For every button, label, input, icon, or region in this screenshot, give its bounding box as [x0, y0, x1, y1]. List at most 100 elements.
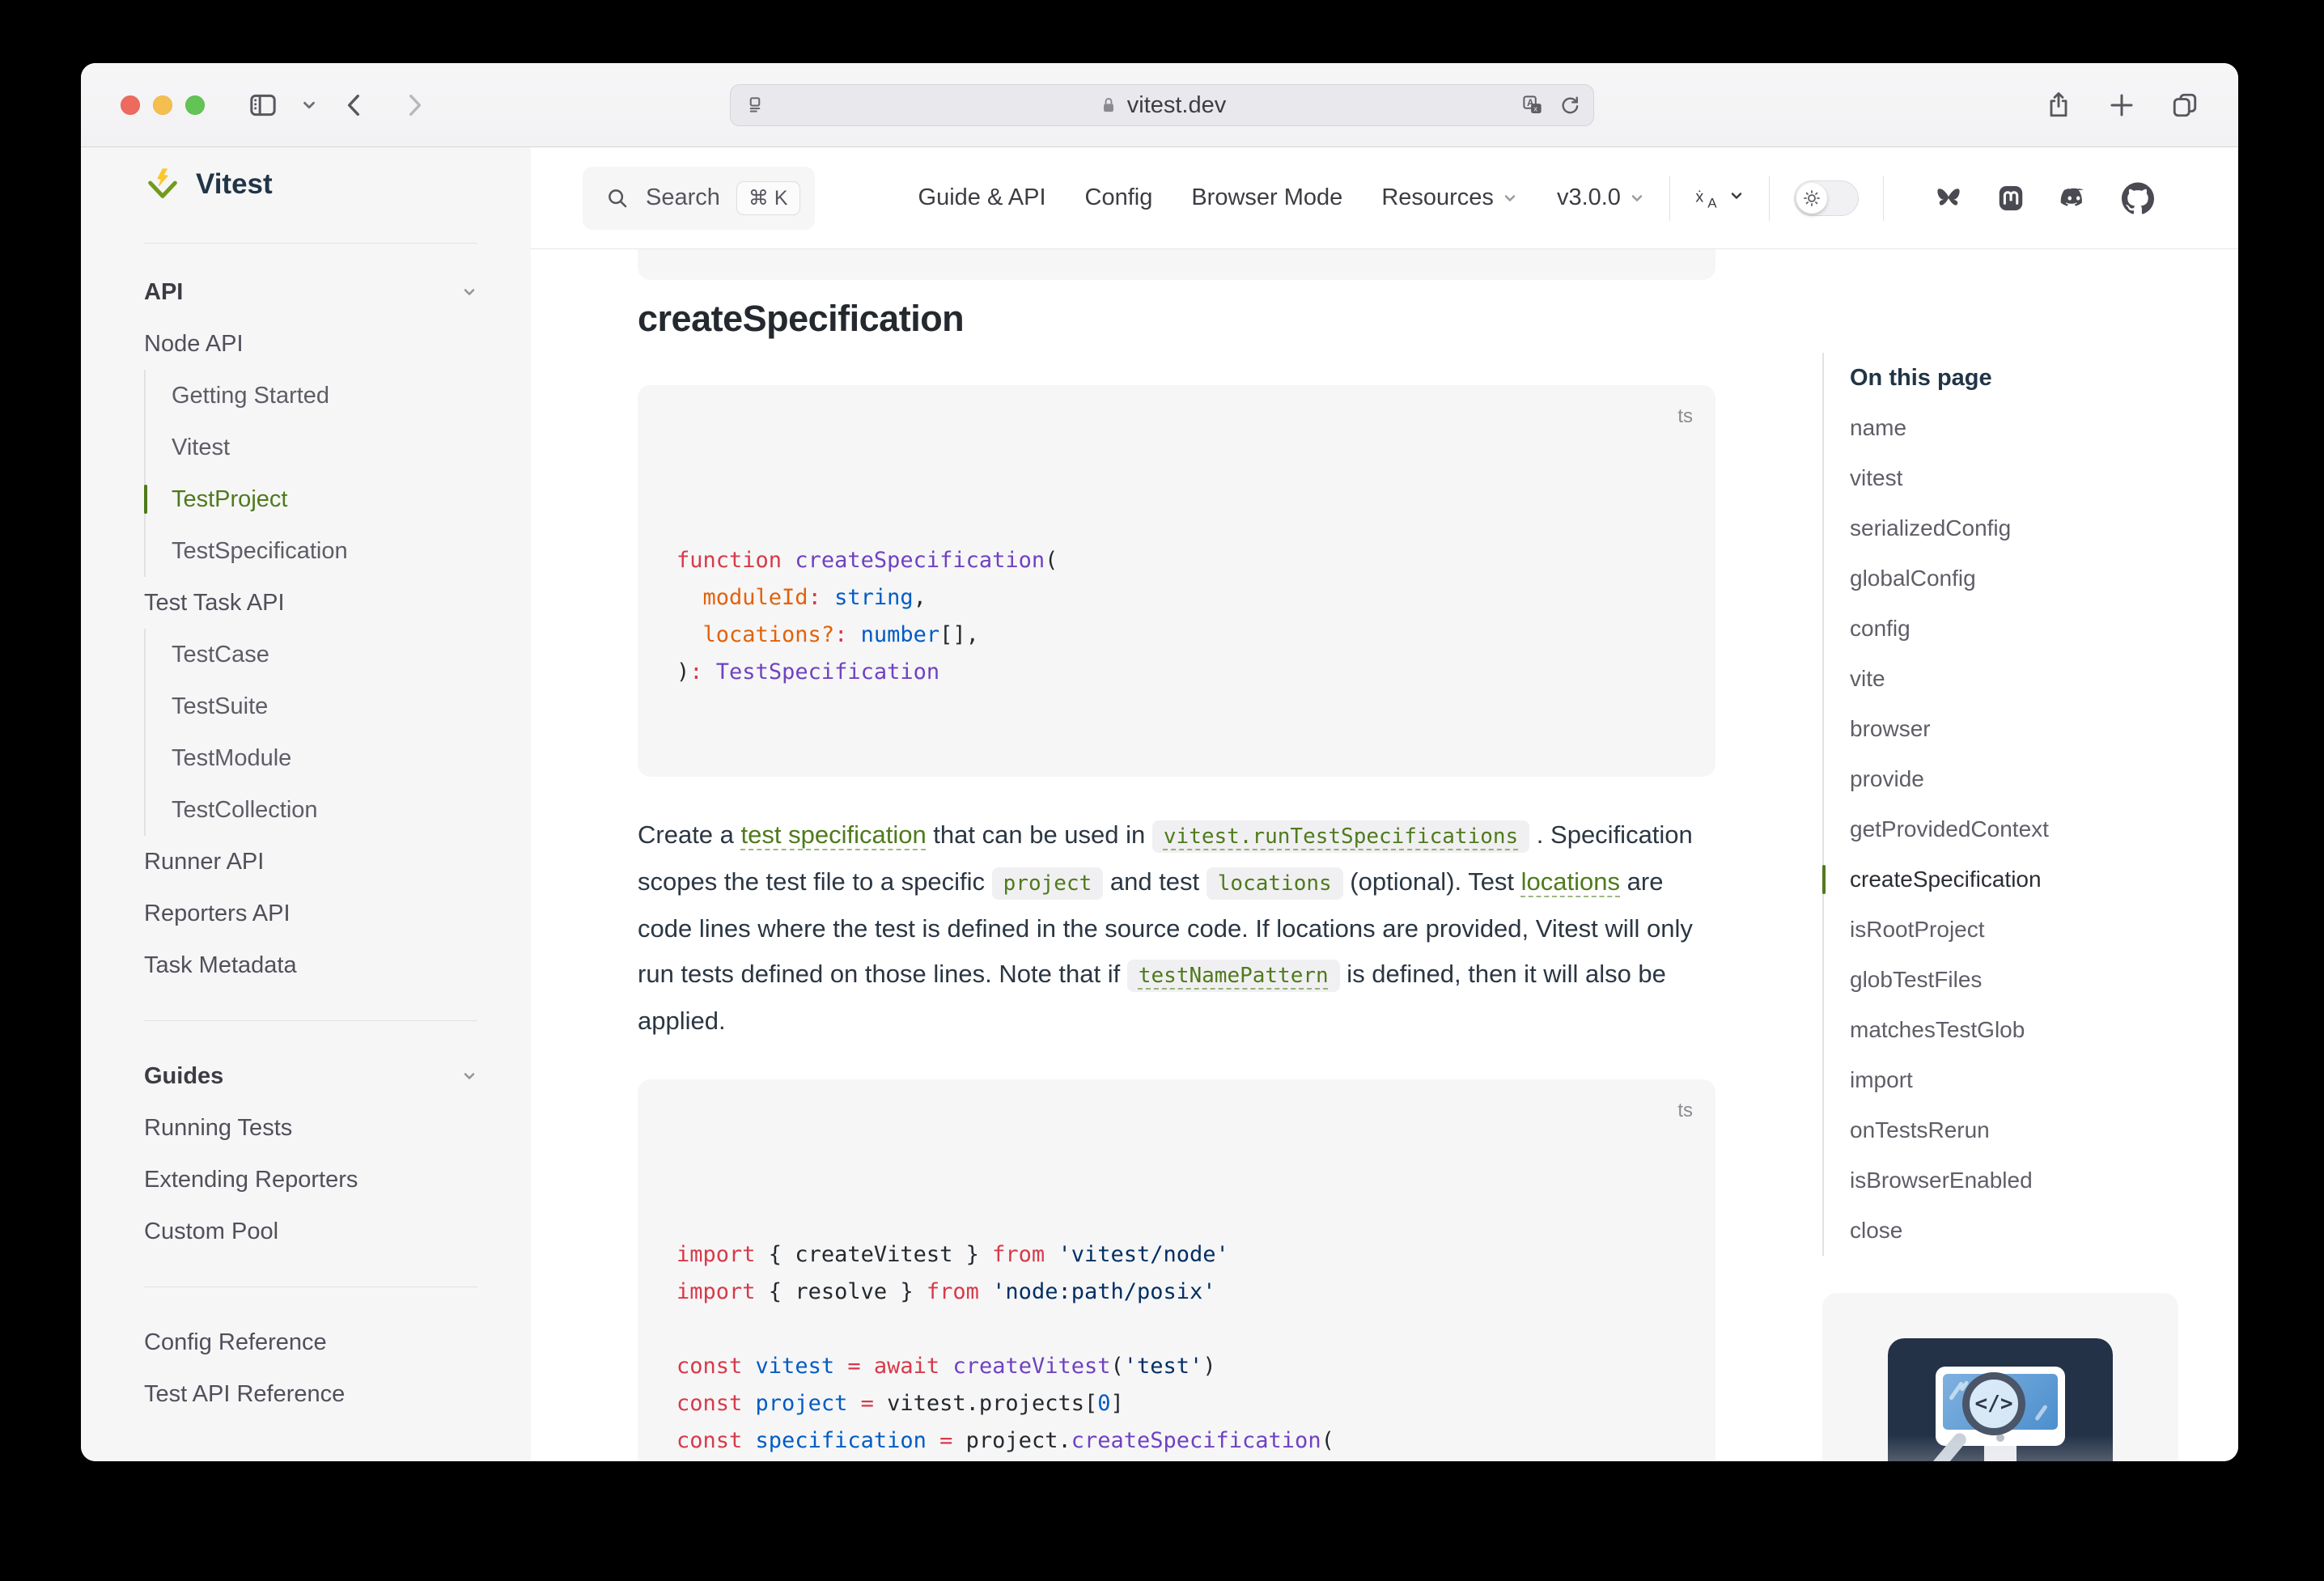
inline-link-test-specification[interactable]: test specification: [741, 820, 927, 849]
sidebar-item-testcase[interactable]: TestCase: [172, 629, 492, 680]
svg-text:ẋ: ẋ: [1695, 188, 1703, 206]
tab-overview-icon[interactable]: [2170, 91, 2199, 120]
inline-link-locations[interactable]: locations: [1521, 867, 1620, 896]
lock-icon: [1098, 95, 1119, 116]
close-button[interactable]: [121, 95, 140, 115]
outline-item-getprovidedcontext[interactable]: getProvidedContext: [1850, 804, 2238, 854]
sponsor-card[interactable]: </>: [1822, 1293, 2178, 1461]
sidebar-item-reporters-api[interactable]: Reporters API: [144, 888, 492, 939]
sidebar-divider: [144, 1020, 477, 1021]
back-icon[interactable]: [341, 91, 368, 119]
outline-item-config[interactable]: config: [1850, 604, 2238, 654]
code-line: [676, 1311, 1677, 1348]
outline-item-import[interactable]: import: [1850, 1055, 2238, 1105]
sidebar-item-task-metadata[interactable]: Task Metadata: [144, 939, 492, 991]
sidebar-section-guides[interactable]: Guides: [144, 1050, 477, 1102]
outline-item-createspecification[interactable]: createSpecification: [1850, 854, 2238, 905]
code-block-signature: ts function createSpecification( moduleI…: [638, 385, 1715, 777]
code-line: function createSpecification(: [676, 542, 1677, 579]
outline-item-browser[interactable]: browser: [1850, 704, 2238, 754]
sidebar-item-vitest[interactable]: Vitest: [172, 422, 492, 473]
sidebar-item-running-tests[interactable]: Running Tests: [144, 1102, 492, 1154]
code-line: locations?: number[],: [676, 617, 1677, 654]
url-text: vitest.dev: [1127, 92, 1227, 119]
inline-code-link-vitest-runtestspecifications[interactable]: vitest.runTestSpecifications: [1152, 820, 1529, 853]
sidebar-item-custom-pool[interactable]: Custom Pool: [144, 1206, 492, 1257]
search-button[interactable]: Search ⌘ K: [583, 167, 815, 230]
outline-item-matchestestglob[interactable]: matchesTestGlob: [1850, 1005, 2238, 1055]
outline-item-provide[interactable]: provide: [1850, 754, 2238, 804]
inline-code-link-testnamepattern[interactable]: testNamePattern: [1127, 960, 1340, 992]
site-navbar: Search ⌘ K Guide & API Config Browser Mode…: [531, 147, 2238, 249]
code-line: import { createVitest } from 'vitest/nod…: [676, 1236, 1677, 1274]
mastodon-icon[interactable]: [1995, 183, 2026, 214]
language-menu[interactable]: ẋA: [1694, 184, 1745, 212]
outline-title: On this page: [1850, 353, 2238, 403]
inline-code: locations: [1207, 867, 1343, 900]
search-shortcut: ⌘ K: [736, 181, 800, 215]
nav-links: Guide & API Config Browser Mode Resources v3…: [918, 184, 1645, 211]
outline-item-vite[interactable]: vite: [1850, 654, 2238, 704]
sidebar-group: Getting StartedVitestTestProjectTestSpec…: [144, 370, 492, 577]
address-bar[interactable]: vitest.dev Ax: [730, 84, 1594, 126]
sidebar-item-test-task-api[interactable]: Test Task API: [144, 577, 492, 629]
nav-link-browser-mode[interactable]: Browser Mode: [1191, 184, 1342, 211]
chevron-down-icon: [1728, 188, 1745, 208]
outline-item-vitest[interactable]: vitest: [1850, 453, 2238, 503]
sidebar-item-getting-started[interactable]: Getting Started: [172, 370, 492, 422]
outline-item-isrootproject[interactable]: isRootProject: [1850, 905, 2238, 955]
sidebar-item-config-reference[interactable]: Config Reference: [144, 1316, 492, 1368]
share-icon[interactable]: [2044, 91, 2073, 120]
sidebar-item-testmodule[interactable]: TestModule: [172, 732, 492, 784]
bluesky-icon[interactable]: [1932, 183, 1965, 214]
code-lang-badge: ts: [1677, 1092, 1693, 1130]
browser-toolbar: vitest.dev Ax: [81, 63, 2238, 147]
code-line: const vitest = await createVitest('test'…: [676, 1348, 1677, 1385]
browser-window: vitest.dev Ax: [81, 63, 2238, 1461]
sidebar-item-testspecification[interactable]: TestSpecification: [172, 525, 492, 577]
translate-icon[interactable]: Ax: [1520, 93, 1545, 117]
text: Create a: [638, 820, 741, 849]
nav-link-v3-0-0[interactable]: v3.0.0: [1557, 184, 1645, 211]
sidebar-nav: APINode APIGetting StartedVitestTestProj…: [144, 266, 492, 1420]
chevron-down-icon[interactable]: [300, 96, 318, 114]
reload-icon[interactable]: [1558, 93, 1582, 117]
previous-code-block-tail: [638, 249, 1715, 280]
text: (optional). Test: [1343, 867, 1521, 896]
outline-item-serializedconfig[interactable]: serializedConfig: [1850, 503, 2238, 553]
outline-item-globalconfig[interactable]: globalConfig: [1850, 553, 2238, 604]
sidebar-item-testcollection[interactable]: TestCollection: [172, 784, 492, 836]
outline-item-isbrowserenabled[interactable]: isBrowserEnabled: [1850, 1155, 2238, 1206]
forward-icon[interactable]: [401, 91, 428, 119]
sidebar-item-testsuite[interactable]: TestSuite: [172, 680, 492, 732]
nav-link-resources[interactable]: Resources: [1381, 184, 1518, 211]
chevron-down-icon: [461, 1068, 477, 1084]
sidebar-divider: [144, 1286, 477, 1287]
nav-link-guide-api[interactable]: Guide & API: [918, 184, 1046, 211]
code-line: import { resolve } from 'node:path/posix…: [676, 1274, 1677, 1311]
sidebar-item-runner-api[interactable]: Runner API: [144, 836, 492, 888]
sidebar-section-label: Guides: [144, 1050, 223, 1102]
discord-icon[interactable]: [2057, 183, 2091, 214]
vitest-lightning-icon: [144, 166, 181, 203]
github-icon[interactable]: [2122, 182, 2154, 214]
chevron-down-icon: [1629, 190, 1645, 206]
sidebar-section-label: API: [144, 266, 183, 318]
outline-item-ontestsrerun[interactable]: onTestsRerun: [1850, 1105, 2238, 1155]
sidebar-item-testproject[interactable]: TestProject: [172, 473, 492, 525]
outline-item-close[interactable]: close: [1850, 1206, 2238, 1256]
zoom-button[interactable]: [185, 95, 205, 115]
new-tab-icon[interactable]: [2107, 91, 2136, 120]
sidebar-item-extending-reporters[interactable]: Extending Reporters: [144, 1154, 492, 1206]
outline-item-globtestfiles[interactable]: globTestFiles: [1850, 955, 2238, 1005]
vitest-logo[interactable]: Vitest: [144, 160, 492, 209]
nav-link-config[interactable]: Config: [1085, 184, 1153, 211]
search-icon: [605, 186, 630, 210]
sidebar-item-test-api-reference[interactable]: Test API Reference: [144, 1368, 492, 1420]
sidebar-toggle-icon[interactable]: [247, 89, 279, 121]
minimize-button[interactable]: [153, 95, 172, 115]
sidebar-section-api[interactable]: API: [144, 266, 477, 318]
outline-item-name[interactable]: name: [1850, 403, 2238, 453]
theme-toggle[interactable]: [1794, 180, 1859, 216]
sidebar-item-node-api[interactable]: Node API: [144, 318, 492, 370]
